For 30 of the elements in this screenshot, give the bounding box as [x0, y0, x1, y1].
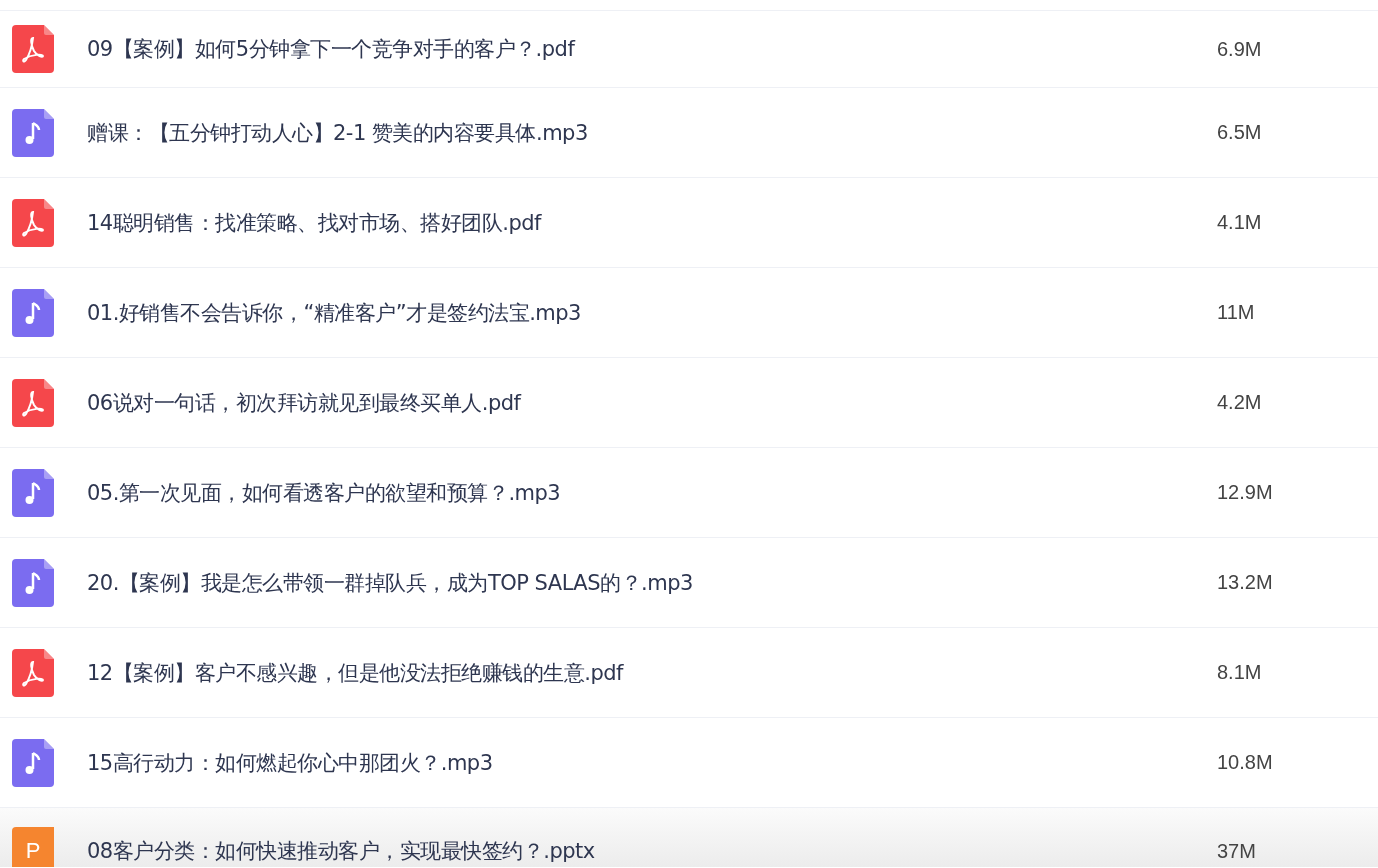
file-size: 6.9M	[1217, 37, 1263, 61]
pdf-file-icon	[12, 378, 54, 427]
file-size: 37M	[1217, 839, 1257, 864]
file-size: 12.9M	[1217, 481, 1274, 504]
music-file-icon	[12, 738, 54, 787]
pdf-file-icon	[12, 648, 54, 697]
file-name[interactable]: 09【案例】如何5分钟拿下一个竞争对手的客户？.pdf	[87, 35, 1217, 63]
music-file-icon	[12, 468, 54, 517]
file-size: 6.5M	[1217, 121, 1263, 144]
file-name[interactable]: 12【案例】客户不感兴趣，但是他没法拒绝赚钱的生意.pdf	[87, 658, 1217, 687]
file-size: 10.8M	[1217, 751, 1274, 774]
pdf-file-icon	[12, 25, 54, 73]
music-file-icon	[12, 288, 54, 337]
slides-file-icon: P	[12, 827, 54, 867]
file-size: 4.2M	[1217, 391, 1263, 414]
music-file-icon	[12, 108, 54, 157]
file-name[interactable]: 08客户分类：如何快速推动客户，实现最快签约？.pptx	[87, 827, 1217, 867]
file-name[interactable]: 05.第一次见面，如何看透客户的欲望和预算？.mp3	[87, 478, 1217, 507]
file-size: 4.1M	[1217, 211, 1263, 234]
file-name[interactable]: 06说对一句话，初次拜访就见到最终买单人.pdf	[87, 388, 1217, 417]
file-size: 8.1M	[1217, 661, 1263, 684]
file-size: 13.2M	[1217, 571, 1274, 594]
file-name[interactable]: 14聪明销售：找准策略、找对市场、搭好团队.pdf	[87, 208, 1217, 237]
file-name[interactable]: 15高行动力：如何燃起你心中那团火？.mp3	[87, 748, 1217, 777]
pdf-file-icon	[12, 198, 54, 247]
file-name[interactable]: 20.【案例】我是怎么带领一群掉队兵，成为TOP SALAS的？.mp3	[87, 568, 1217, 597]
music-file-icon	[12, 558, 54, 607]
file-name[interactable]: 赠课：【五分钟打动人心】2-1 赞美的内容要具体.mp3	[87, 118, 1217, 147]
file-name[interactable]: 01.好销售不会告诉你，“精准客户”才是签约法宝.mp3	[87, 298, 1217, 327]
file-size: 11M	[1217, 301, 1256, 324]
